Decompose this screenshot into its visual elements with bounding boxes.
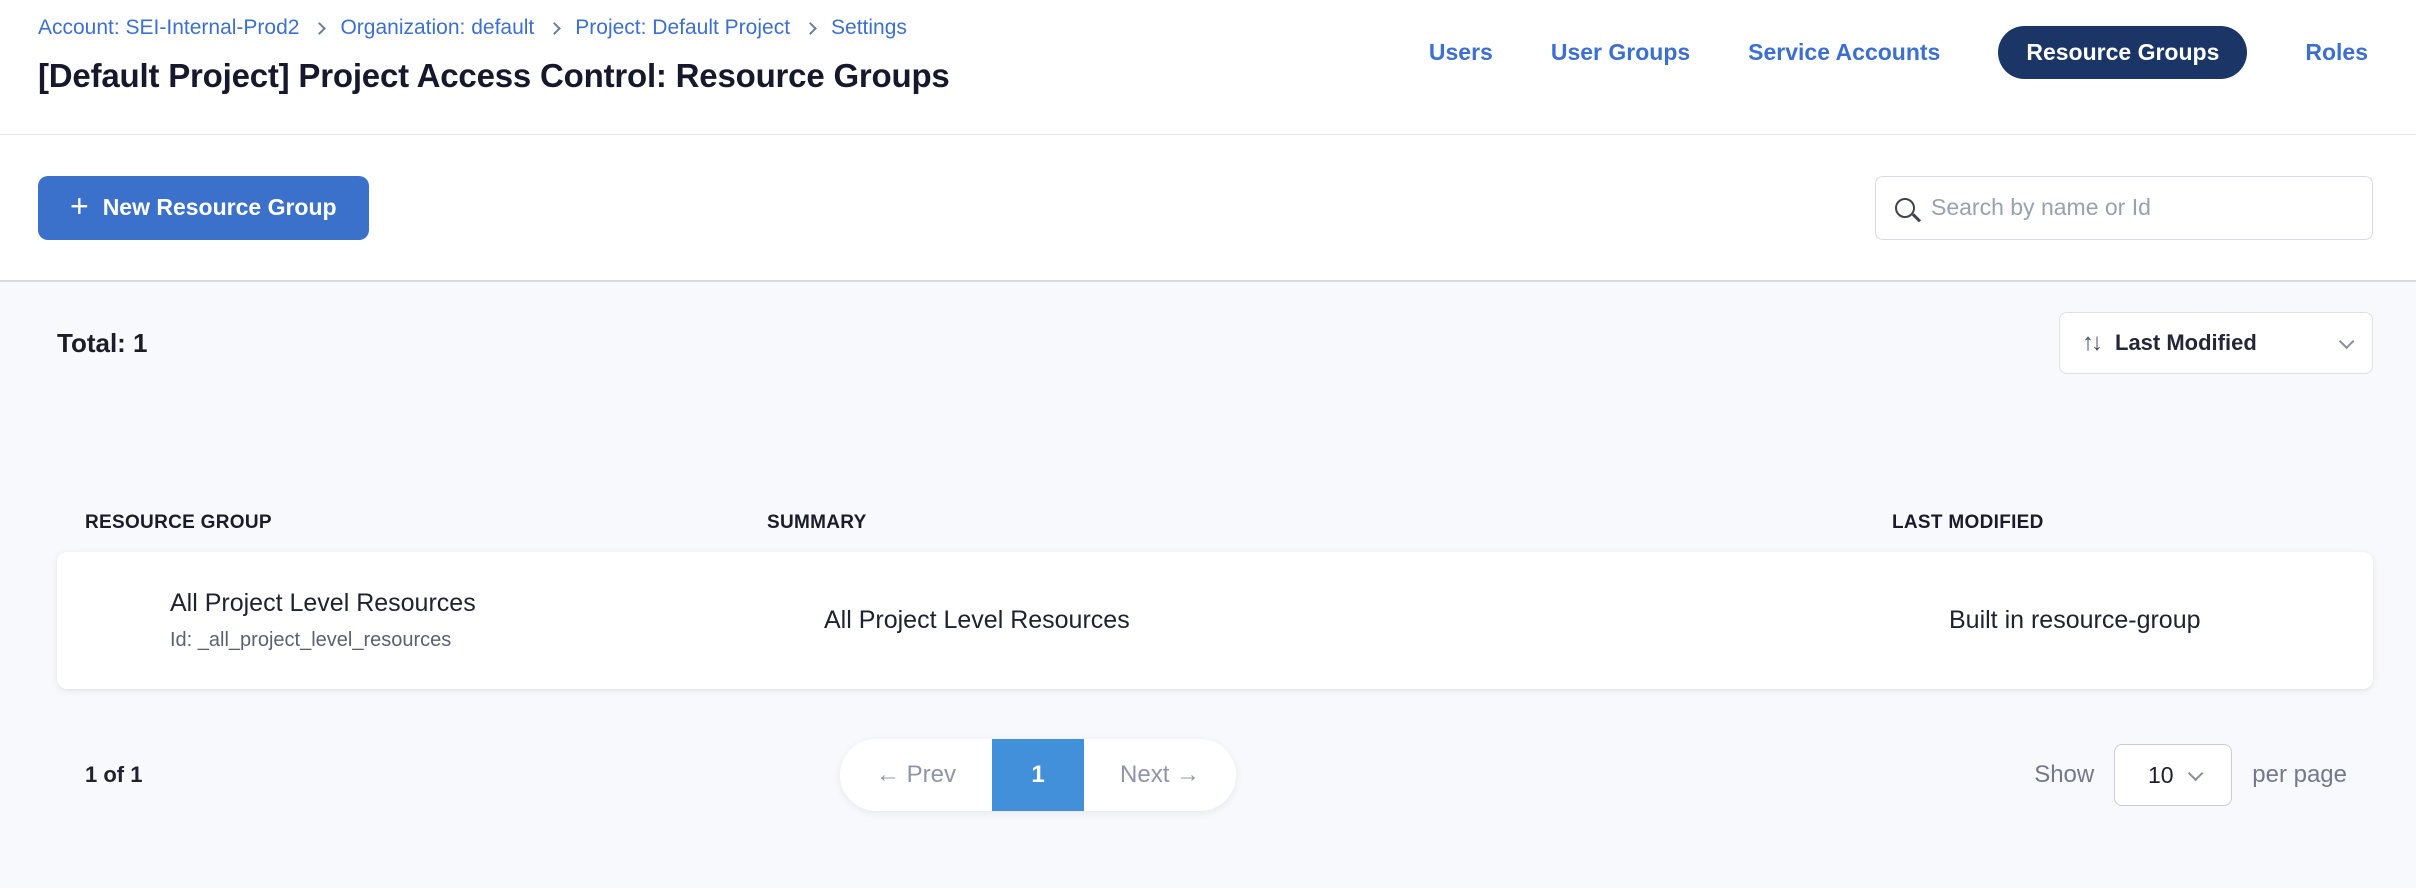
search-box [1875,176,2373,240]
chevron-right-icon [548,22,561,35]
tab-service-accounts[interactable]: Service Accounts [1748,39,1940,66]
search-icon [1895,198,1915,218]
tab-roles[interactable]: Roles [2305,39,2368,66]
table-row[interactable]: All Project Level Resources Id: _all_pro… [57,552,2373,689]
action-bar: + New Resource Group [0,135,2416,282]
breadcrumb-project-link[interactable]: Project: Default Project [575,16,790,40]
column-header-resource-group: RESOURCE GROUP [85,512,767,534]
total-count-label: Total: 1 [57,328,148,359]
column-header-last-modified: LAST MODIFIED [1892,512,2416,534]
access-control-tabs: Users User Groups Service Accounts Resou… [1429,26,2368,79]
pager: ← Prev 1 Next → [840,739,1236,811]
next-page-button[interactable]: Next → [1084,739,1236,811]
sort-dropdown-value: Last Modified [2115,330,2257,356]
search-input[interactable] [1931,194,2353,221]
chevron-right-icon [804,22,817,35]
chevron-down-icon [2187,765,2203,781]
page-size-select[interactable]: 10 [2114,744,2232,806]
sort-dropdown[interactable]: ↑↓ Last Modified [2059,312,2373,374]
page-size-value: 10 [2148,762,2174,789]
summary-cell: All Project Level Resources [824,606,1949,635]
resource-group-id: Id: _all_project_level_resources [170,629,824,652]
breadcrumb-organization-link[interactable]: Organization: default [340,16,534,40]
chevron-right-icon [314,22,327,35]
prev-page-button[interactable]: ← Prev [840,739,992,811]
page-number-1[interactable]: 1 [992,739,1084,811]
breadcrumb-account-link[interactable]: Account: SEI-Internal-Prod2 [38,16,299,40]
page-range-label: 1 of 1 [85,762,142,788]
resource-groups-page: Account: SEI-Internal-Prod2 Organization… [0,0,2416,888]
new-resource-group-button-label: New Resource Group [103,194,337,221]
list-toolbar: Total: 1 ↑↓ Last Modified [0,282,2416,374]
show-label: Show [2034,761,2094,789]
per-page-label: per page [2252,761,2347,789]
new-resource-group-button[interactable]: + New Resource Group [38,176,369,240]
resource-group-cell: All Project Level Resources Id: _all_pro… [170,589,824,652]
sort-arrows-icon: ↑↓ [2082,329,2100,357]
pagination-bar: 1 of 1 ← Prev 1 Next → Show 10 per page [0,739,2416,811]
tab-user-groups[interactable]: User Groups [1551,39,1690,66]
column-header-summary: SUMMARY [767,512,1892,534]
page-size-group: Show 10 per page [2034,744,2347,806]
chevron-down-icon [2339,333,2355,349]
tab-resource-groups[interactable]: Resource Groups [1998,26,2247,79]
resource-group-name: All Project Level Resources [170,589,824,618]
page-header: Account: SEI-Internal-Prod2 Organization… [0,0,2416,135]
breadcrumb-settings-link[interactable]: Settings [831,16,907,40]
last-modified-cell: Built in resource-group [1949,606,2373,635]
table-header-row: RESOURCE GROUP SUMMARY LAST MODIFIED [0,512,2416,534]
tab-users[interactable]: Users [1429,39,1493,66]
resource-groups-list: Total: 1 ↑↓ Last Modified RESOURCE GROUP… [0,282,2416,811]
